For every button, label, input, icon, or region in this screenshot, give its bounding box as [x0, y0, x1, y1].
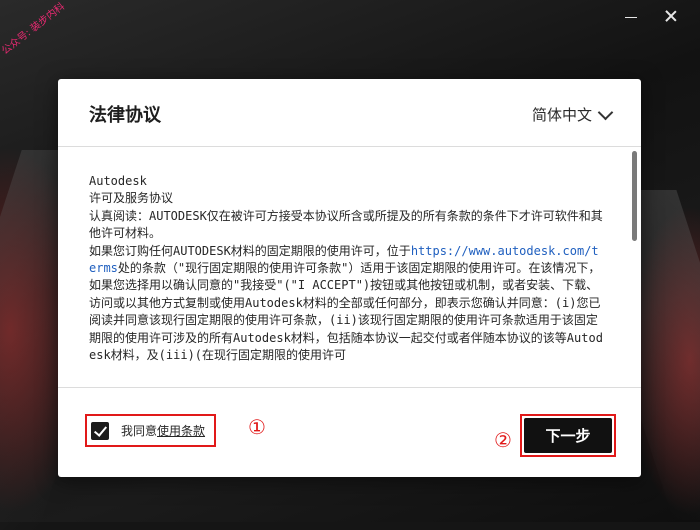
checkmark-icon	[93, 422, 108, 437]
terms-of-use-link[interactable]: 使用条款	[157, 424, 205, 438]
agreement-brand: Autodesk	[89, 174, 147, 188]
agree-checkbox[interactable]	[91, 421, 109, 440]
legal-agreement-dialog: 法律协议 简体中文 Autodesk 许可及服务协议 认真阅读：AUTODESK…	[58, 79, 641, 477]
agree-label: 我同意使用条款	[121, 422, 205, 439]
agreement-paragraph-1: 认真阅读：AUTODESK仅在被许可方接受本协议所含或所提及的所有条款的条件下才…	[89, 208, 603, 241]
annotation-marker-2: ②	[494, 428, 512, 452]
annotation-marker-1: ①	[248, 415, 266, 439]
dialog-header: 法律协议 简体中文	[58, 79, 641, 147]
minimize-button[interactable]	[614, 4, 648, 28]
close-icon	[665, 10, 677, 22]
next-button[interactable]: 下一步	[524, 418, 612, 453]
language-select[interactable]: 简体中文	[531, 104, 614, 125]
agreement-scroll-area[interactable]: Autodesk 许可及服务协议 认真阅读：AUTODESK仅在被许可方接受本协…	[58, 147, 641, 388]
chevron-down-icon	[597, 104, 614, 120]
minimize-icon	[625, 16, 637, 18]
agreement-text: Autodesk 许可及服务协议 认真阅读：AUTODESK仅在被许可方接受本协…	[89, 173, 604, 364]
scrollbar[interactable]	[632, 147, 638, 387]
close-button[interactable]	[654, 4, 688, 28]
agreement-paragraph-2-pre: 如果您订购任何AUTODESK材料的固定期限的使用许可，位于	[89, 243, 411, 258]
agreement-title: 许可及服务协议	[89, 191, 174, 206]
language-select-value: 简体中文	[531, 106, 592, 124]
agree-prefix: 我同意	[121, 424, 158, 438]
dialog-title: 法律协议	[89, 105, 161, 126]
agreement-paragraph-2-post: 处的条款（"现行固定期限的使用许可条款"）适用于该固定期限的使用许可。在该情况下…	[89, 261, 603, 363]
next-button-highlight: 下一步	[520, 414, 616, 457]
agree-checkbox-group[interactable]: 我同意使用条款	[85, 414, 216, 447]
scrollbar-thumb[interactable]	[632, 151, 637, 241]
dialog-footer: 我同意使用条款 ① ② 下一步	[58, 388, 641, 477]
